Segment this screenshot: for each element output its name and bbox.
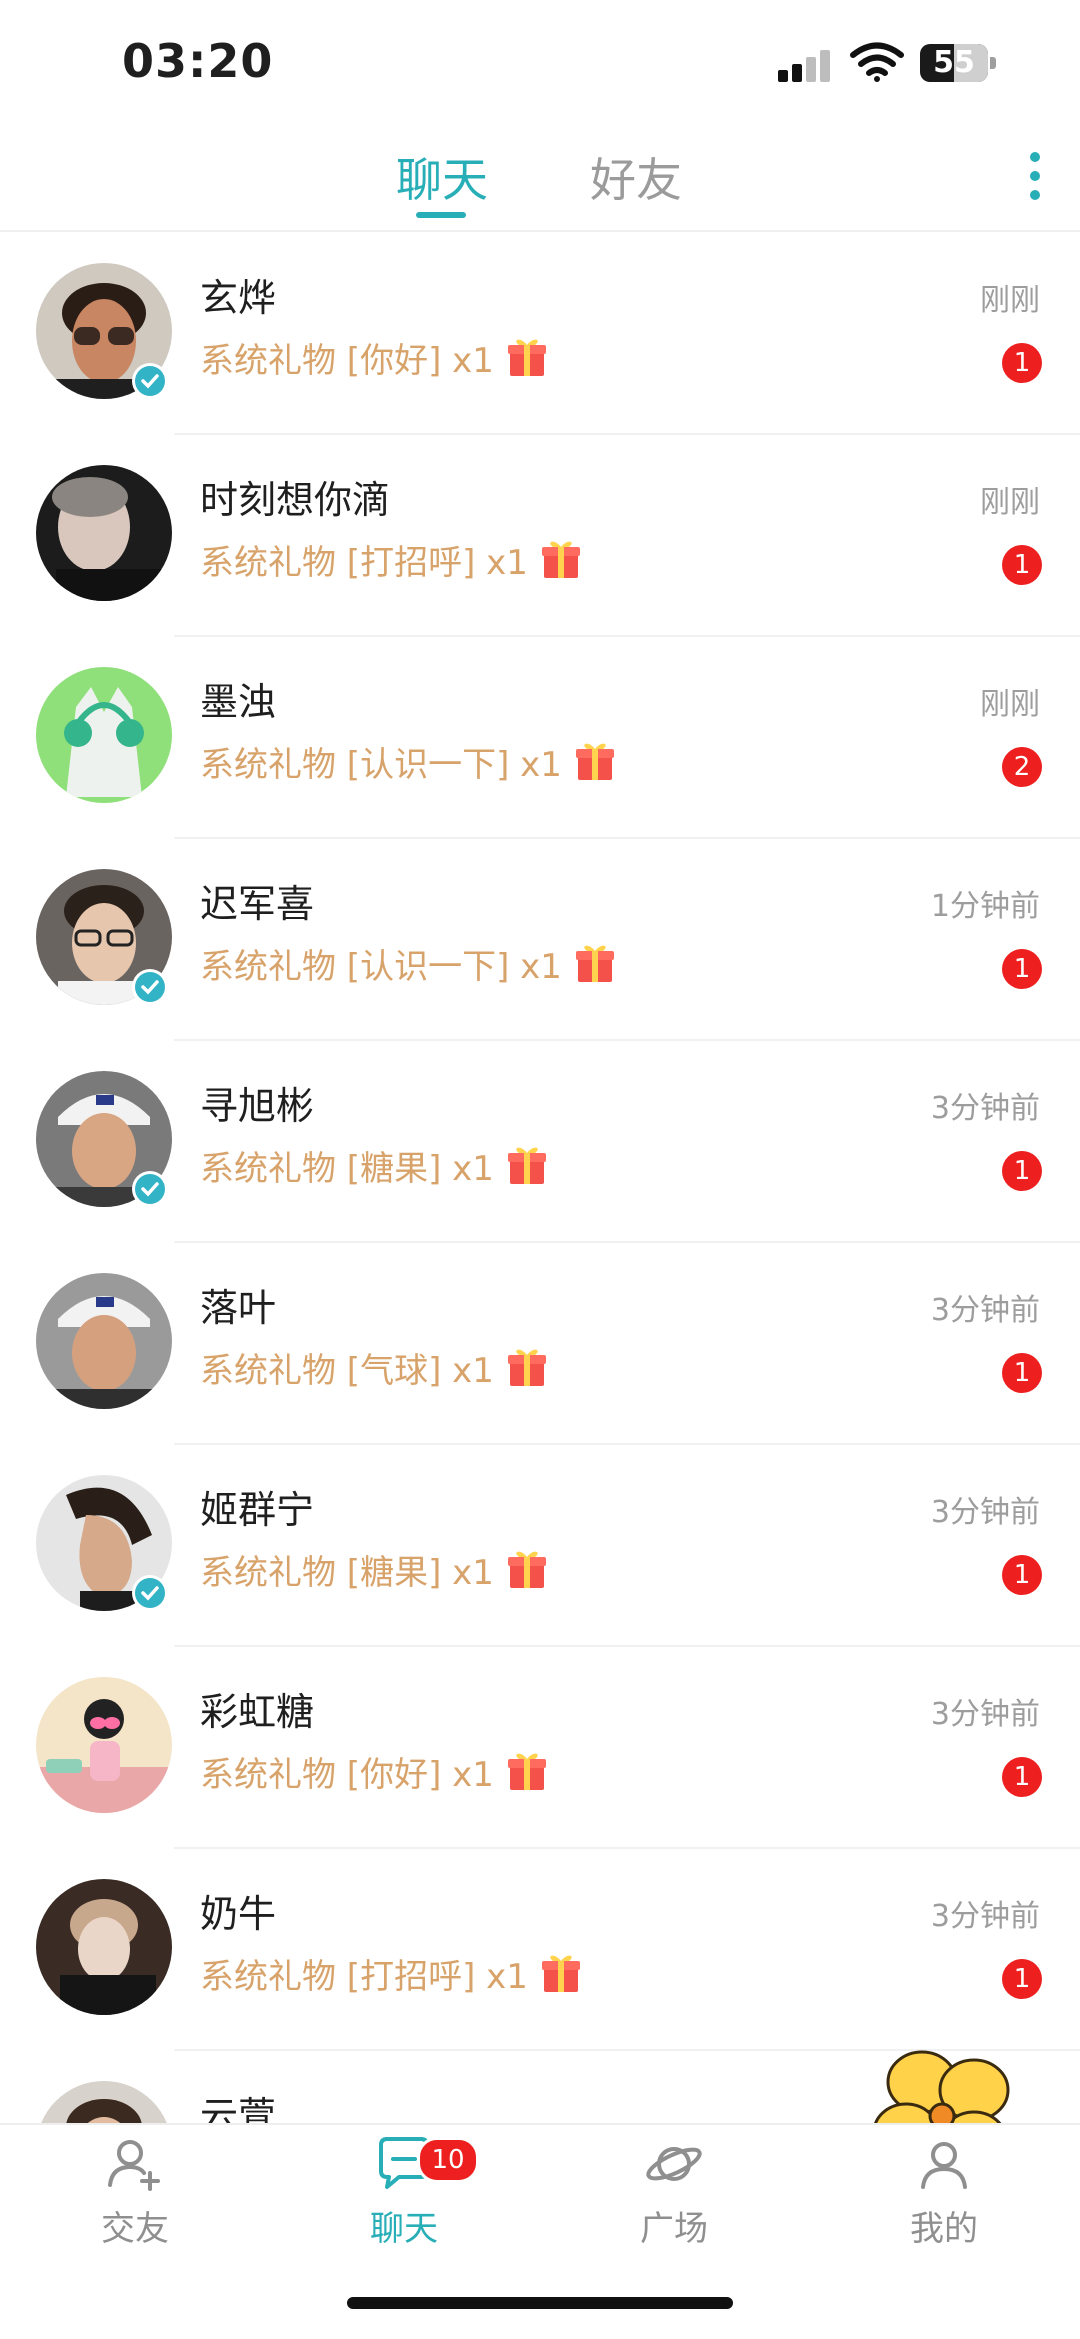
unread-count-badge: 1 xyxy=(1002,1959,1042,1999)
contact-name: 姬群宁 xyxy=(200,1488,315,1532)
avatar[interactable] xyxy=(36,667,172,803)
battery-icon: 55 xyxy=(920,44,996,82)
unread-count-badge: 1 xyxy=(1002,1151,1042,1191)
gift-icon xyxy=(507,339,546,376)
tab-chat[interactable]: 聊天 xyxy=(396,144,488,210)
top-tab-header: 聊天 好友 xyxy=(0,130,1080,232)
last-message: 系统礼物 [你好] x1 xyxy=(200,333,548,382)
verified-badge-icon xyxy=(132,1171,168,1207)
contact-name: 时刻想你滴 xyxy=(200,478,391,522)
tab-label: 交友 xyxy=(101,2209,169,2249)
last-message: 系统礼物 [打招呼] x1 xyxy=(200,535,582,584)
conversation-row[interactable]: 墨浊 系统礼物 [认识一下] x1 刚刚 2 xyxy=(0,637,1080,839)
last-message: 系统礼物 [认识一下] x1 xyxy=(200,939,616,988)
contact-name: 墨浊 xyxy=(200,680,277,724)
gift-icon xyxy=(541,1955,580,1992)
message-time: 3分钟前 xyxy=(930,1495,1040,1530)
gift-icon xyxy=(507,1753,546,1790)
verified-badge-icon xyxy=(132,363,168,399)
unread-count-badge: 1 xyxy=(1002,1353,1042,1393)
conversation-row[interactable]: 姬群宁 系统礼物 [糖果] x1 3分钟前 1 xyxy=(0,1445,1080,1647)
tab-friends[interactable]: 好友 xyxy=(590,144,682,210)
planet-icon xyxy=(646,2147,702,2181)
avatar[interactable] xyxy=(36,1273,172,1409)
last-message: 系统礼物 [打招呼] x1 xyxy=(200,1949,582,1998)
avatar[interactable] xyxy=(36,1677,172,1813)
message-time: 3分钟前 xyxy=(930,1091,1040,1126)
conversation-row[interactable]: 奶牛 系统礼物 [打招呼] x1 3分钟前 1 xyxy=(0,1849,1080,2051)
last-message: 系统礼物 [糖果] x1 xyxy=(200,1141,548,1190)
message-time: 3分钟前 xyxy=(930,1697,1040,1732)
contact-name: 玄烨 xyxy=(200,276,277,320)
unread-count-badge: 1 xyxy=(1002,343,1042,383)
conversation-row[interactable]: 时刻想你滴 系统礼物 [打招呼] x1 刚刚 1 xyxy=(0,435,1080,637)
gift-icon xyxy=(541,541,580,578)
avatar[interactable] xyxy=(36,465,172,601)
battery-level: 55 xyxy=(933,45,975,80)
conversation-row[interactable]: 落叶 系统礼物 [气球] x1 3分钟前 1 xyxy=(0,1243,1080,1445)
conversation-row[interactable]: 彩虹糖 系统礼物 [你好] x1 3分钟前 1 xyxy=(0,1647,1080,1849)
status-bar: 03:20 55 xyxy=(0,0,1080,130)
tab-label: 我的 xyxy=(910,2209,978,2249)
gift-icon xyxy=(575,945,614,982)
message-time: 1分钟前 xyxy=(930,889,1040,924)
conversation-list[interactable]: 玄烨 系统礼物 [你好] x1 刚刚 1 时刻想你滴 系统礼物 [打招呼] x1… xyxy=(0,233,1080,2123)
unread-count-badge: 1 xyxy=(1002,949,1042,989)
cellular-signal-icon xyxy=(778,48,832,82)
conversation-row[interactable]: 寻旭彬 系统礼物 [糖果] x1 3分钟前 1 xyxy=(0,1041,1080,1243)
message-time: 3分钟前 xyxy=(930,1293,1040,1328)
last-message: 系统礼物 [气球] x1 xyxy=(200,1343,548,1392)
more-options-icon[interactable] xyxy=(1028,152,1042,202)
message-time: 刚刚 xyxy=(980,687,1040,722)
contact-name: 落叶 xyxy=(200,1286,277,1330)
conversation-row[interactable]: 玄烨 系统礼物 [你好] x1 刚刚 1 xyxy=(0,233,1080,435)
unread-count-badge: 1 xyxy=(1002,545,1042,585)
verified-badge-icon xyxy=(132,969,168,1005)
message-time: 刚刚 xyxy=(980,485,1040,520)
tab-chat-bottom[interactable]: 10 聊天 xyxy=(329,2133,479,2253)
gift-icon xyxy=(507,1147,546,1184)
contact-name: 彩虹糖 xyxy=(200,1690,315,1734)
wifi-icon xyxy=(850,42,904,82)
contact-name: 迟军喜 xyxy=(200,882,315,926)
message-time: 3分钟前 xyxy=(930,1899,1040,1934)
home-indicator xyxy=(347,2297,733,2309)
tab-mine[interactable]: 我的 xyxy=(869,2133,1019,2253)
gift-icon xyxy=(507,1551,546,1588)
tab-label: 广场 xyxy=(640,2209,708,2249)
last-message: 系统礼物 [认识一下] x1 xyxy=(200,737,616,786)
tab-label: 聊天 xyxy=(370,2209,438,2249)
unread-count-badge: 1 xyxy=(1002,1757,1042,1797)
avatar[interactable] xyxy=(36,1879,172,2015)
unread-count-badge: 2 xyxy=(1002,747,1042,787)
verified-badge-icon xyxy=(132,1575,168,1611)
gift-icon xyxy=(507,1349,546,1386)
tab-badge: 10 xyxy=(417,2137,479,2183)
conversation-row[interactable]: 迟军喜 系统礼物 [认识一下] x1 1分钟前 1 xyxy=(0,839,1080,1041)
contact-name: 奶牛 xyxy=(200,1892,277,1936)
avatar[interactable] xyxy=(36,2081,172,2123)
message-time: 刚刚 xyxy=(980,283,1040,318)
contact-name: 寻旭彬 xyxy=(200,1084,315,1128)
profile-icon xyxy=(921,2142,967,2189)
contact-name: 云萱 xyxy=(200,2094,277,2123)
tab-plaza[interactable]: 广场 xyxy=(599,2133,749,2253)
tab-make-friends[interactable]: 交友 xyxy=(60,2133,210,2253)
status-time: 03:20 xyxy=(122,34,274,88)
active-tab-indicator xyxy=(416,212,466,218)
unread-count-badge: 1 xyxy=(1002,1555,1042,1595)
add-friend-icon xyxy=(108,2140,160,2191)
last-message: 系统礼物 [你好] x1 xyxy=(200,1747,548,1796)
gift-icon xyxy=(575,743,614,780)
last-message: 系统礼物 [糖果] x1 xyxy=(200,1545,548,1594)
